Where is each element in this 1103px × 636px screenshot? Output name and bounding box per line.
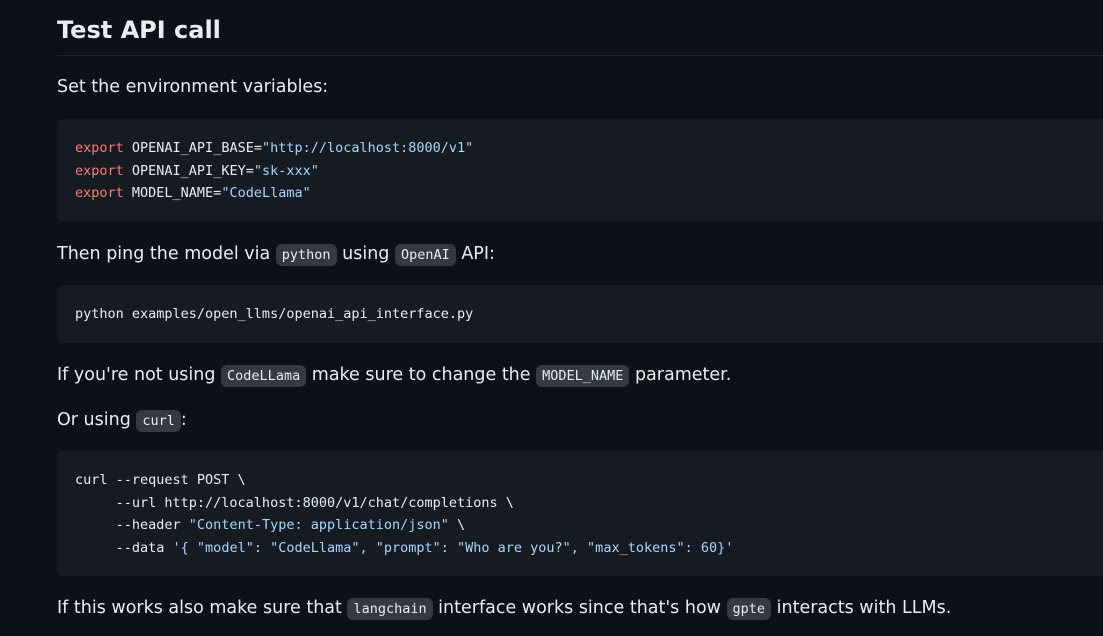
inline-code-model-name: MODEL_NAME bbox=[536, 365, 630, 387]
inline-code-openai: OpenAI bbox=[394, 244, 456, 266]
paragraph-ping-model: Then ping the model via python using Ope… bbox=[57, 244, 495, 266]
inline-code-codellama: CodeLLama bbox=[221, 365, 307, 387]
code-python-content: python examples/open_llms/openai_api_int… bbox=[75, 306, 474, 322]
heading-divider bbox=[57, 55, 1103, 56]
curl-line-4: --data '{ "model": "CodeLlama", "prompt"… bbox=[75, 539, 734, 556]
code-curl-content: curl --request POST \ --url http://local… bbox=[75, 469, 733, 559]
code-env-content: export OPENAI_API_BASE="http://localhost… bbox=[75, 137, 473, 205]
paragraph-langchain: If this works also make sure that langch… bbox=[57, 598, 952, 620]
curl-line-2: --url http://localhost:8000/v1/chat/comp… bbox=[75, 494, 514, 511]
paragraph-curl: Or using curl: bbox=[57, 410, 187, 432]
curl-line-3: --header "Content-Type: application/json… bbox=[75, 517, 466, 533]
code-line-3: export MODEL_NAME="CodeLlama" bbox=[75, 185, 311, 201]
code-block-env[interactable]: export OPENAI_API_BASE="http://localhost… bbox=[57, 119, 1103, 221]
paragraph-model-name: If you're not using CodeLLama make sure … bbox=[57, 365, 732, 387]
inline-code-langchain: langchain bbox=[347, 598, 433, 620]
section-heading: Test API call bbox=[57, 16, 221, 44]
code-block-curl[interactable]: curl --request POST \ --url http://local… bbox=[57, 451, 1103, 576]
inline-code-curl: curl bbox=[136, 410, 181, 432]
code-line-2: export OPENAI_API_KEY="sk-xxx" bbox=[75, 162, 319, 179]
code-block-python[interactable]: python examples/open_llms/openai_api_int… bbox=[57, 285, 1103, 343]
inline-code-python: python bbox=[275, 244, 337, 266]
curl-line-1: curl --request POST \ bbox=[75, 472, 246, 488]
code-line-1: export OPENAI_API_BASE="http://localhost… bbox=[75, 140, 474, 156]
inline-code-gpte: gpte bbox=[726, 598, 772, 620]
paragraph-env-intro: Set the environment variables: bbox=[57, 77, 329, 97]
